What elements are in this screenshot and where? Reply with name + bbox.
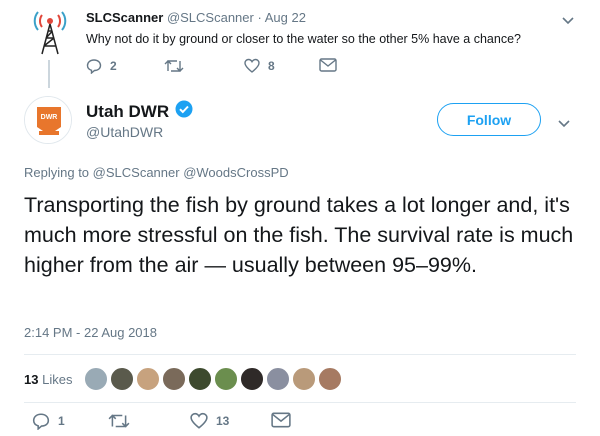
liker-avatar[interactable]	[318, 367, 343, 391]
liker-avatar[interactable]	[188, 367, 213, 391]
reply-icon	[32, 413, 50, 430]
separator: ·	[257, 10, 262, 25]
avatar[interactable]: DWR	[24, 96, 72, 144]
verified-icon	[175, 100, 193, 123]
parent-tweet[interactable]: SLCScanner @SLCScanner · Aug 22 Why not …	[0, 0, 600, 88]
replying-to: Replying to @SLCScanner @WoodsCrossPD	[24, 165, 289, 180]
liker-avatar[interactable]	[266, 367, 291, 391]
tweet-actions: 1 13	[24, 412, 344, 432]
retweet-icon	[164, 60, 184, 72]
avatar-text: DWR	[41, 114, 58, 121]
likes-count[interactable]: 13 Likes	[24, 372, 72, 387]
like-button[interactable]: 13	[190, 412, 229, 430]
heart-icon	[244, 58, 260, 73]
message-icon	[271, 412, 291, 428]
like-count: 8	[268, 59, 275, 73]
reply-icon	[86, 59, 102, 74]
parent-tweet-text: Why not do it by ground or closer to the…	[86, 32, 521, 46]
message-button[interactable]	[271, 412, 291, 428]
chevron-down-icon[interactable]	[562, 12, 574, 30]
chevron-down-icon[interactable]	[558, 115, 570, 133]
follow-button[interactable]: Follow	[437, 103, 541, 136]
author-name[interactable]: Utah DWR	[86, 102, 169, 122]
liker-avatar[interactable]	[84, 367, 109, 391]
replying-prefix: Replying to	[24, 165, 90, 180]
author-name-row[interactable]: Utah DWR	[86, 100, 193, 123]
parent-author-name[interactable]: SLCScanner	[86, 10, 163, 25]
retweet-button[interactable]	[108, 412, 138, 430]
message-button[interactable]	[319, 58, 337, 72]
replying-link-2[interactable]: @WoodsCrossPD	[183, 165, 288, 180]
tweet-text: Transporting the fish by ground takes a …	[24, 193, 574, 277]
liker-avatar[interactable]	[110, 367, 135, 391]
heart-icon	[190, 412, 208, 429]
reply-button[interactable]: 2	[86, 58, 117, 74]
divider	[24, 354, 576, 355]
parent-tweet-header: SLCScanner @SLCScanner · Aug 22	[86, 10, 306, 25]
liker-avatar[interactable]	[136, 367, 161, 391]
parent-tweet-date[interactable]: Aug 22	[265, 10, 306, 25]
like-button[interactable]: 8	[244, 58, 275, 74]
parent-author-handle[interactable]: @SLCScanner	[167, 10, 254, 25]
likes-word: Likes	[42, 371, 73, 387]
liker-avatar[interactable]	[162, 367, 187, 391]
replying-link-1[interactable]: @SLCScanner	[93, 165, 180, 180]
author-handle[interactable]: @UtahDWR	[86, 124, 163, 140]
parent-tweet-actions: 2 8	[86, 58, 386, 78]
liker-avatar[interactable]	[240, 367, 265, 391]
retweet-icon	[108, 414, 130, 428]
reply-count: 1	[58, 414, 65, 428]
liker-avatar[interactable]	[292, 367, 317, 391]
liker-avatars	[84, 367, 344, 391]
like-count: 13	[216, 414, 230, 428]
reply-count: 2	[110, 59, 117, 73]
tweet-timestamp[interactable]: 2:14 PM - 22 Aug 2018	[24, 325, 157, 340]
liker-avatar[interactable]	[214, 367, 239, 391]
retweet-button[interactable]	[164, 58, 192, 74]
likes-row: 13 Likes	[24, 356, 576, 402]
likes-number: 13	[24, 371, 39, 387]
reply-button[interactable]: 1	[32, 412, 65, 430]
broadcast-tower-icon[interactable]	[30, 8, 70, 56]
divider	[24, 402, 576, 403]
message-icon	[319, 58, 337, 72]
thread-line	[48, 60, 50, 88]
